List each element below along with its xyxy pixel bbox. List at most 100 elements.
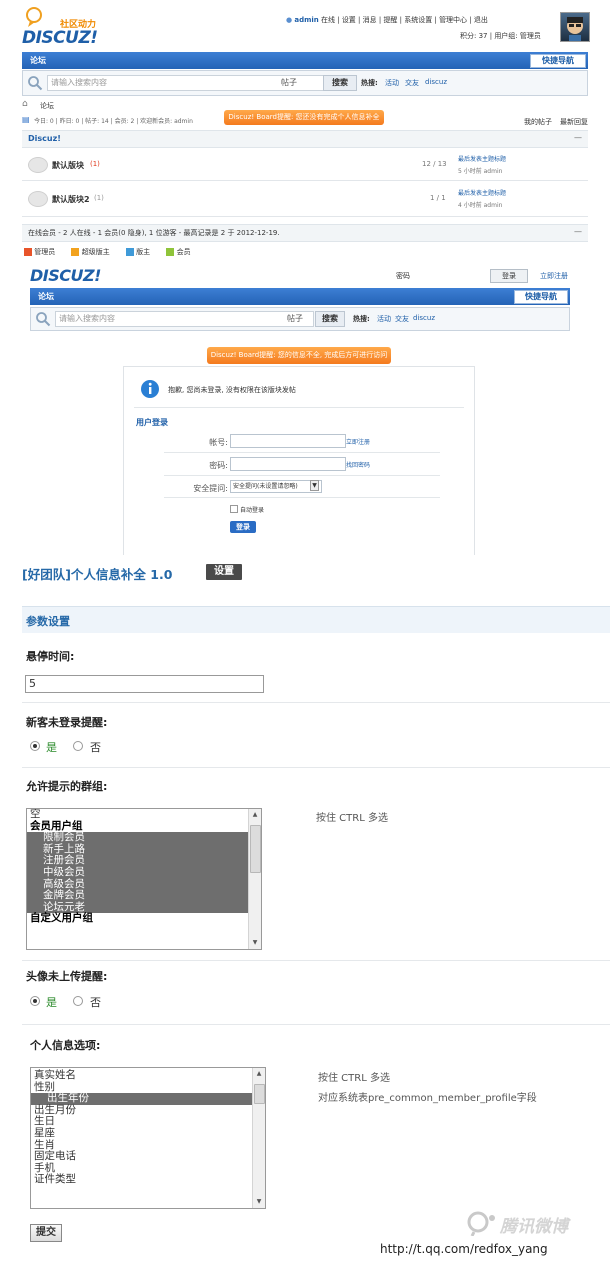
- guest-yes-label: 是: [46, 741, 57, 754]
- topbar-link[interactable]: 管理中心: [439, 16, 467, 24]
- list-option[interactable]: 自定义用户组: [27, 913, 248, 925]
- nav-tab-forum[interactable]: 论坛: [30, 55, 46, 66]
- search-scope-select[interactable]: 帖子: [287, 313, 303, 324]
- avatar[interactable]: [560, 12, 590, 42]
- row-divider: [164, 452, 440, 453]
- forum-stats: 12 / 13: [422, 160, 447, 168]
- search-scope-select[interactable]: 帖子: [281, 77, 297, 88]
- list-option[interactable]: 真实姓名: [31, 1069, 252, 1082]
- hot-term[interactable]: 活动: [385, 78, 399, 88]
- orange-notice[interactable]: Discuz! Board提醒: 您还没有完成个人信息补全: [224, 110, 384, 125]
- listbox-scrollbar[interactable]: ▲ ▼: [248, 809, 261, 949]
- guest-no-label: 否: [90, 741, 101, 754]
- collapse-icon[interactable]: —: [574, 227, 582, 236]
- hot-term[interactable]: 交友: [405, 78, 419, 88]
- groups-options: 空会员用户组 限制会员 新手上路 注册会员 中级会员 高级会员 金牌会员 论坛元老 自定义用户组: [27, 809, 248, 925]
- forum-name[interactable]: 默认版块: [52, 160, 84, 171]
- list-option[interactable]: 固定电话: [31, 1151, 252, 1163]
- nav-tab-forum[interactable]: 论坛: [38, 291, 54, 302]
- groups-listbox[interactable]: 空会员用户组 限制会员 新手上路 注册会员 中级会员 高级会员 金牌会员 论坛元老 自定义用户组…: [26, 808, 262, 950]
- list-option[interactable]: 出生月份: [31, 1104, 252, 1117]
- list-option[interactable]: 证件类型: [31, 1174, 252, 1186]
- list-option[interactable]: 中级会员: [27, 866, 248, 879]
- collapse-icon[interactable]: —: [574, 133, 582, 142]
- hot-term[interactable]: 活动: [377, 314, 391, 324]
- my-posts-link[interactable]: 我的帖子: [524, 117, 552, 127]
- top-login-button[interactable]: 登录: [490, 269, 528, 283]
- security-question-select[interactable]: 安全提问(未设置请忽略): [230, 480, 322, 493]
- hot-search-label: 热搜:: [361, 79, 378, 87]
- plugin-title: [好团队]个人信息补全 1.0: [22, 567, 173, 582]
- forum-last-title[interactable]: 最后发表主题标题: [458, 154, 506, 163]
- hot-search-label: 热搜:: [353, 315, 370, 323]
- chevron-down-icon[interactable]: ▼: [310, 480, 319, 491]
- topbar-link[interactable]: 消息: [363, 16, 377, 24]
- avatar-radio-yes[interactable]: [30, 996, 40, 1006]
- search-input[interactable]: 请输入搜索内容: [55, 311, 314, 327]
- listbox-scrollbar[interactable]: ▲ ▼: [252, 1068, 265, 1208]
- hot-term[interactable]: 交友: [395, 314, 409, 324]
- search-button[interactable]: 搜索: [315, 311, 345, 327]
- orange-notice[interactable]: Discuz! Board提醒: 您的信息不全, 完成后方可进行访问: [207, 347, 391, 364]
- avatar-radio-no[interactable]: [73, 996, 83, 1006]
- category-title[interactable]: Discuz!: [28, 134, 61, 143]
- list-option[interactable]: 空: [27, 809, 248, 821]
- profile-listbox[interactable]: 真实姓名 性别 出生年份 出生月份 生日 星座 生肖 固定电话 手机 证件类型 ▲ ▼: [30, 1067, 266, 1209]
- scroll-thumb[interactable]: [254, 1084, 265, 1104]
- topbar-username[interactable]: admin: [294, 16, 318, 24]
- logo-bubble-icon: [26, 7, 42, 27]
- forum-icon: [28, 157, 48, 173]
- mod-icon: [125, 248, 134, 256]
- top-password-link[interactable]: 密码: [396, 271, 410, 281]
- row-divider: [164, 475, 440, 476]
- latest-reply-link[interactable]: 最新回复: [560, 117, 588, 127]
- scroll-up-icon[interactable]: ▲: [249, 809, 261, 821]
- list-option[interactable]: 星座: [31, 1127, 252, 1140]
- forgot-password-link[interactable]: 找回密码: [346, 460, 370, 469]
- scroll-down-icon[interactable]: ▼: [249, 937, 261, 949]
- hot-term[interactable]: discuz: [425, 78, 447, 86]
- credits-text[interactable]: 积分: 37: [460, 32, 488, 40]
- guest-radio-yes[interactable]: [30, 741, 40, 751]
- discuz-logo[interactable]: 社区动力 DISCUZ!: [22, 6, 112, 48]
- username-field[interactable]: [230, 434, 346, 448]
- legend-item: 管理员: [34, 248, 56, 256]
- topbar-link[interactable]: 退出: [474, 16, 488, 24]
- list-option[interactable]: 生日: [31, 1116, 252, 1128]
- top-register-link[interactable]: 立即注册: [540, 271, 568, 281]
- watermark-url: http://t.qq.com/redfox_yang: [380, 1242, 548, 1256]
- search-button[interactable]: 搜索: [323, 75, 357, 91]
- quick-nav-button[interactable]: 快捷导航: [530, 54, 586, 68]
- hot-term[interactable]: discuz: [413, 314, 435, 322]
- settings-button[interactable]: 设置: [206, 564, 242, 580]
- topbar-link[interactable]: 在线: [321, 16, 335, 24]
- forum-last-time: 5 小时前 admin: [458, 168, 503, 175]
- quick-nav-button[interactable]: 快捷导航: [514, 290, 568, 304]
- submit-button[interactable]: 提交: [30, 1224, 62, 1242]
- register-link[interactable]: 立即注册: [346, 437, 370, 446]
- login-logo[interactable]: DISCUZ!: [30, 266, 101, 285]
- login-section-title: 用户登录: [136, 418, 168, 427]
- guest-radio-no[interactable]: [73, 741, 83, 751]
- topbar-link[interactable]: 系统设置: [404, 16, 432, 24]
- forum-name[interactable]: 默认版块2: [52, 194, 90, 205]
- login-panel: 抱歉, 您尚未登录, 没有权限在该版块发帖 用户登录 帐号: 立即注册 密码: …: [123, 366, 475, 555]
- home-icon[interactable]: ⌂: [22, 99, 28, 109]
- scroll-up-icon[interactable]: ▲: [253, 1068, 265, 1080]
- password-field[interactable]: [230, 457, 346, 471]
- search-bar: 请输入搜索内容 帖子 搜索 热搜: 活动 交友 discuz: [22, 70, 588, 96]
- topbar-link[interactable]: 设置: [342, 16, 356, 24]
- scroll-thumb[interactable]: [250, 825, 261, 873]
- usergroup-text[interactable]: 用户组: 管理员: [494, 32, 541, 40]
- topbar-link[interactable]: 提醒: [383, 16, 397, 24]
- avatar-reminder-label: 头像未上传提醒:: [26, 970, 108, 983]
- remember-checkbox[interactable]: [230, 505, 238, 513]
- login-submit-button[interactable]: 登录: [230, 521, 256, 533]
- user-icon: ●: [286, 16, 293, 24]
- list-option[interactable]: 金牌会员: [27, 890, 248, 902]
- scroll-down-icon[interactable]: ▼: [253, 1196, 265, 1208]
- profile-options: 真实姓名 性别 出生年份 出生月份 生日 星座 生肖 固定电话 手机 证件类型: [31, 1068, 252, 1186]
- hover-time-input[interactable]: 5: [25, 675, 264, 693]
- forum-last-title[interactable]: 最后发表主题标题: [458, 188, 506, 197]
- breadcrumb[interactable]: 论坛: [40, 101, 54, 111]
